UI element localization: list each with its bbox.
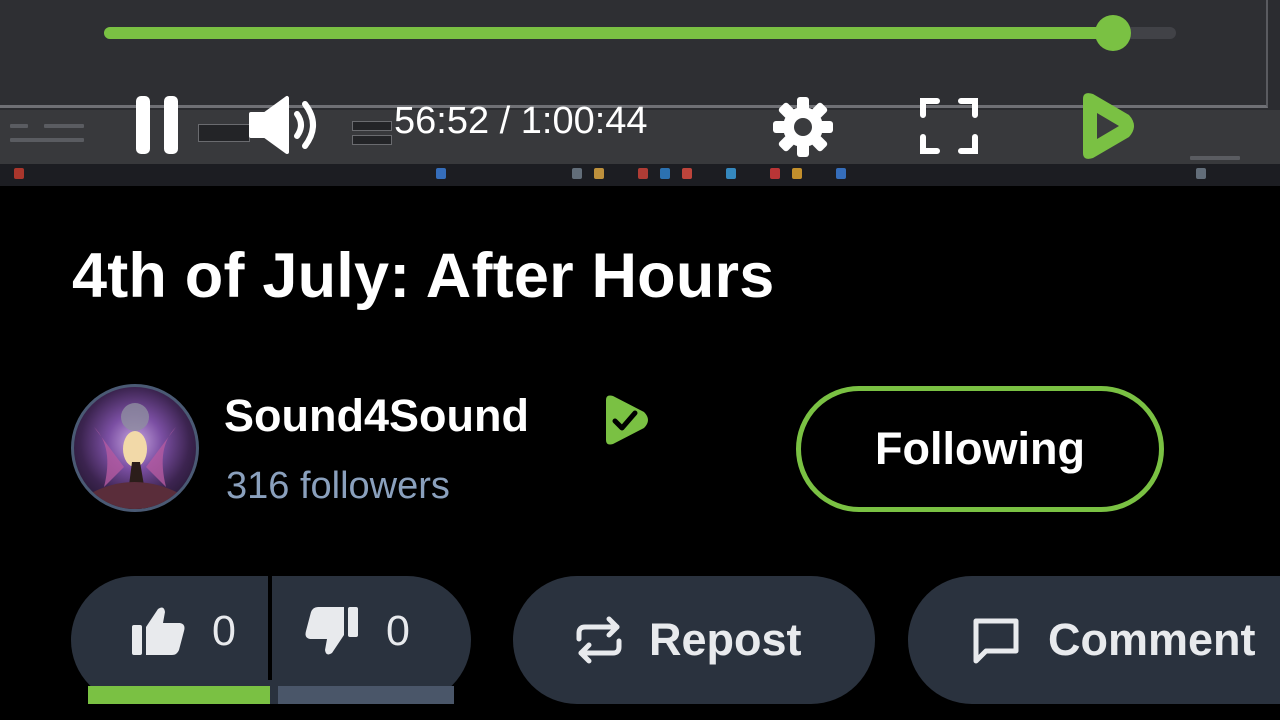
like-button[interactable]: 0 bbox=[130, 576, 268, 686]
video-bg-detail bbox=[14, 168, 24, 179]
video-bg-detail bbox=[1190, 156, 1240, 160]
video-bg-detail bbox=[770, 168, 780, 179]
rumble-logo-button[interactable] bbox=[1072, 90, 1140, 162]
video-bg-detail bbox=[436, 168, 446, 179]
pause-button[interactable] bbox=[130, 92, 184, 158]
gear-icon bbox=[773, 97, 833, 157]
following-button-label: Following bbox=[875, 423, 1085, 474]
settings-button[interactable] bbox=[770, 94, 836, 160]
video-bg-detail bbox=[638, 168, 648, 179]
verified-badge bbox=[596, 392, 652, 448]
video-bg-detail bbox=[792, 168, 802, 179]
volume-button[interactable] bbox=[246, 94, 322, 156]
comment-icon bbox=[973, 618, 1019, 664]
thumbs-up-icon bbox=[132, 607, 185, 655]
volume-icon bbox=[249, 96, 316, 154]
video-bg-detail bbox=[10, 138, 84, 142]
dislike-button[interactable]: 0 bbox=[304, 576, 454, 686]
video-bg-detail bbox=[594, 168, 604, 179]
video-bg-detail bbox=[352, 135, 392, 145]
progress-bar[interactable] bbox=[104, 15, 1176, 51]
video-bg-detail bbox=[352, 121, 392, 131]
repost-icon bbox=[576, 616, 622, 664]
comment-label: Comment bbox=[1048, 614, 1256, 665]
video-bg-detail bbox=[836, 168, 846, 179]
like-ratio-bar bbox=[88, 686, 270, 704]
video-bg-detail bbox=[1196, 168, 1206, 179]
video-bg-detail bbox=[572, 168, 582, 179]
verified-check-icon bbox=[606, 395, 648, 445]
fullscreen-button[interactable] bbox=[918, 96, 980, 156]
thumbs-down-icon bbox=[305, 607, 358, 655]
like-count: 0 bbox=[212, 606, 236, 655]
video-bg-detail bbox=[198, 124, 250, 142]
video-player[interactable]: 56:52 / 1:00:44 bbox=[0, 0, 1280, 186]
progress-fill bbox=[104, 27, 1113, 39]
vote-divider bbox=[268, 576, 272, 680]
video-bg-detail bbox=[660, 168, 670, 179]
video-bg-detail bbox=[44, 124, 84, 128]
following-button[interactable]: Following bbox=[796, 386, 1164, 512]
fullscreen-icon bbox=[920, 98, 978, 154]
progress-handle[interactable] bbox=[1094, 15, 1131, 51]
pause-icon bbox=[136, 96, 178, 154]
video-title: 4th of July: After Hours bbox=[72, 241, 775, 311]
time-display: 56:52 / 1:00:44 bbox=[394, 100, 648, 142]
video-bg-detail bbox=[726, 168, 736, 179]
channel-name[interactable]: Sound4Sound bbox=[224, 390, 529, 442]
dislike-ratio-bar bbox=[278, 686, 454, 704]
rumble-logo-icon bbox=[1083, 93, 1134, 159]
repost-button[interactable]: Repost bbox=[513, 576, 875, 704]
dislike-count: 0 bbox=[386, 606, 410, 655]
video-bg-detail bbox=[10, 124, 28, 128]
follower-count: 316 followers bbox=[226, 465, 450, 507]
video-bg-detail bbox=[682, 168, 692, 179]
avatar-image bbox=[84, 403, 186, 509]
avatar[interactable] bbox=[71, 384, 199, 512]
repost-label: Repost bbox=[649, 614, 802, 665]
comment-button[interactable]: Comment bbox=[908, 576, 1280, 704]
